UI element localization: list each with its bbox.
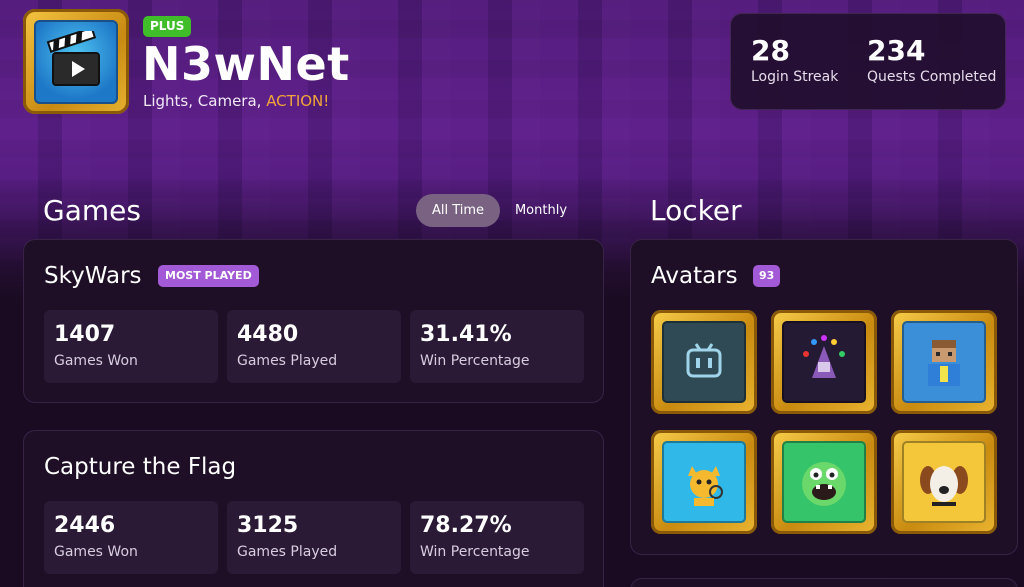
stat-label: Login Streak <box>751 69 839 85</box>
games-played-stat: 4480 Games Played <box>227 310 401 383</box>
stat-value: 78.27% <box>420 513 512 538</box>
toggle-all-time[interactable]: All Time <box>416 194 500 227</box>
profile-stats-card: 28 Login Streak 234 Quests Completed <box>730 13 1006 110</box>
time-range-toggle: All Time Monthly <box>416 194 586 227</box>
stat-label: Win Percentage <box>420 544 530 560</box>
wizard-icon <box>782 321 866 403</box>
games-won-stat: 1407 Games Won <box>44 310 218 383</box>
username: N3wNet <box>142 37 350 91</box>
win-percentage-stat: 31.41% Win Percentage <box>410 310 584 383</box>
avatar-tile[interactable] <box>651 310 757 414</box>
games-played-stat: 3125 Games Played <box>227 501 401 574</box>
games-heading: Games <box>43 194 141 227</box>
stat-label: Games Won <box>54 353 138 369</box>
plus-badge: PLUS <box>143 16 192 37</box>
stat-value: 3125 <box>237 513 299 538</box>
stat-label: Games Played <box>237 544 338 560</box>
dog-icon <box>902 441 986 523</box>
stat-value: 4480 <box>237 322 299 347</box>
avatar-tile[interactable] <box>891 430 997 534</box>
quests-completed-stat: 234 Quests Completed <box>867 34 996 86</box>
tagline-accent: ACTION! <box>266 92 330 110</box>
locker-heading: Locker <box>650 194 742 227</box>
avatars-heading: Avatars <box>651 263 738 289</box>
toggle-monthly[interactable]: Monthly <box>506 194 576 227</box>
login-streak-stat: 28 Login Streak <box>751 34 838 86</box>
detective-cat-icon <box>662 441 746 523</box>
avatar-tile[interactable] <box>771 310 877 414</box>
robot-icon <box>662 321 746 403</box>
avatar-tile[interactable] <box>891 310 997 414</box>
game-title: SkyWars <box>44 263 142 289</box>
stat-value: 234 <box>867 34 926 67</box>
avatar-tile[interactable] <box>651 430 757 534</box>
stat-value: 1407 <box>54 322 116 347</box>
blocky-player-icon <box>902 321 986 403</box>
stat-label: Games Played <box>237 353 338 369</box>
avatars-card: Avatars 93 <box>630 239 1018 555</box>
game-card-capture-the-flag: Capture the Flag 2446 Games Won 3125 Gam… <box>23 430 604 587</box>
profile-avatar <box>23 9 129 114</box>
profile-tagline: Lights, Camera, ACTION! <box>143 91 329 111</box>
most-played-badge: MOST PLAYED <box>158 265 259 287</box>
game-title: Capture the Flag <box>44 454 237 480</box>
clapperboard-icon <box>34 19 118 104</box>
stat-label: Games Won <box>54 544 138 560</box>
green-monster-icon <box>782 441 866 523</box>
stat-label: Win Percentage <box>420 353 530 369</box>
stat-value: 2446 <box>54 513 116 538</box>
avatar-tile[interactable] <box>771 430 877 534</box>
tagline-text: Lights, Camera, <box>143 92 267 110</box>
game-card-skywars: SkyWars MOST PLAYED 1407 Games Won 4480 … <box>23 239 604 403</box>
avatar-count-badge: 93 <box>753 265 781 287</box>
games-won-stat: 2446 Games Won <box>44 501 218 574</box>
stat-value: 28 <box>751 34 790 67</box>
stat-label: Quests Completed <box>867 69 997 85</box>
win-percentage-stat: 78.27% Win Percentage <box>410 501 584 574</box>
stat-value: 31.41% <box>420 322 512 347</box>
next-locker-card <box>630 578 1018 587</box>
